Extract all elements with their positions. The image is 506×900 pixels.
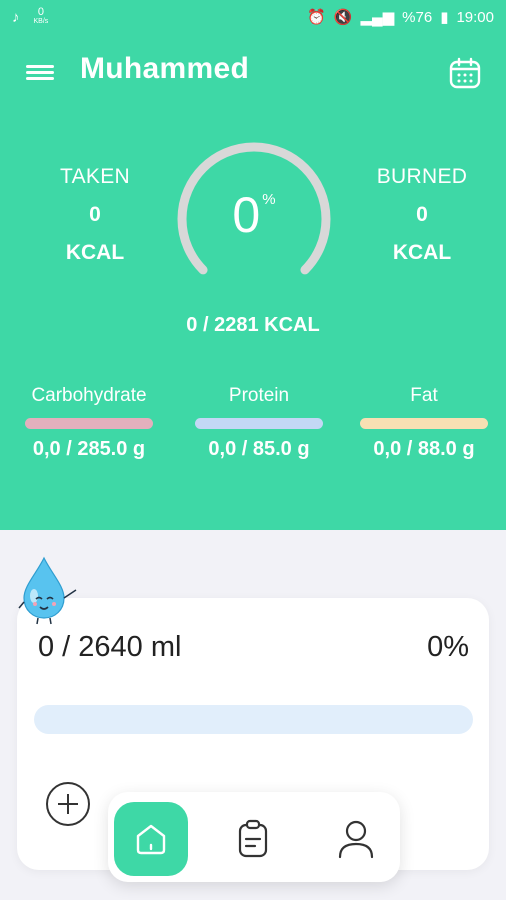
calendar-icon[interactable] — [448, 56, 482, 90]
taken-label: TAKEN — [60, 165, 130, 188]
taken-unit: KCAL — [65, 241, 125, 264]
calorie-percent: 0% — [232, 187, 276, 243]
alarm-icon: ⏰ — [307, 9, 326, 26]
battery-percent: %76 — [402, 8, 433, 26]
battery-icon: ▮ — [440, 9, 449, 26]
menu-icon[interactable] — [26, 62, 54, 86]
nav-home-button[interactable] — [114, 802, 188, 876]
network-speed: 0 KB/s — [33, 6, 49, 26]
macro-bar — [25, 418, 153, 429]
water-amount: 0 / 2640 ml — [38, 631, 182, 663]
calorie-total: 0 / 2281 KCAL — [186, 314, 320, 336]
water-progress-bar — [34, 705, 473, 734]
burned-value: 0 — [416, 203, 428, 226]
burned-label: BURNED — [376, 165, 468, 188]
status-bar: ♪ 0 KB/s ⏰ 🔇 ▂▄▆ %76 ▮ 19:00 — [0, 0, 506, 34]
burned-unit: KCAL — [392, 241, 452, 264]
macro-name: Fat — [410, 385, 438, 406]
macro-value: 0,0 / 85.0 g — [208, 438, 310, 460]
taken-value: 0 — [89, 203, 101, 226]
macro-value: 0,0 / 285.0 g — [32, 438, 146, 460]
home-icon — [136, 824, 166, 855]
macro-name: Protein — [228, 385, 290, 406]
dashboard-header-panel: ♪ 0 KB/s ⏰ 🔇 ▂▄▆ %76 ▮ 19:00 Muhammed TA… — [0, 0, 506, 530]
macro-fat: Fat 0,0 / 88.0 g — [349, 385, 499, 461]
macro-protein: Protein 0,0 / 85.0 g — [184, 385, 334, 461]
water-drop-mascot-icon — [18, 556, 77, 625]
macro-value: 0,0 / 88.0 g — [373, 438, 475, 460]
nav-diary-button[interactable] — [231, 817, 275, 861]
mute-icon: 🔇 — [333, 9, 353, 26]
macro-bar — [360, 418, 488, 429]
page-title: Muhammed — [80, 52, 250, 85]
signal-icon: ▂▄▆ — [360, 9, 395, 26]
macro-bar — [195, 418, 323, 429]
add-water-button[interactable] — [45, 781, 91, 827]
taken-calories: TAKEN 0 KCAL — [40, 165, 150, 265]
clipboard-icon — [238, 819, 268, 858]
macro-carbohydrate: Carbohydrate 0,0 / 285.0 g — [14, 385, 164, 461]
macro-name: Carbohydrate — [31, 385, 147, 406]
music-note-icon: ♪ — [12, 8, 20, 26]
nav-profile-button[interactable] — [334, 817, 378, 861]
burned-calories: BURNED 0 KCAL — [367, 165, 477, 265]
water-percent: 0% — [427, 631, 469, 663]
clock: 19:00 — [456, 8, 494, 26]
user-icon — [338, 820, 374, 859]
